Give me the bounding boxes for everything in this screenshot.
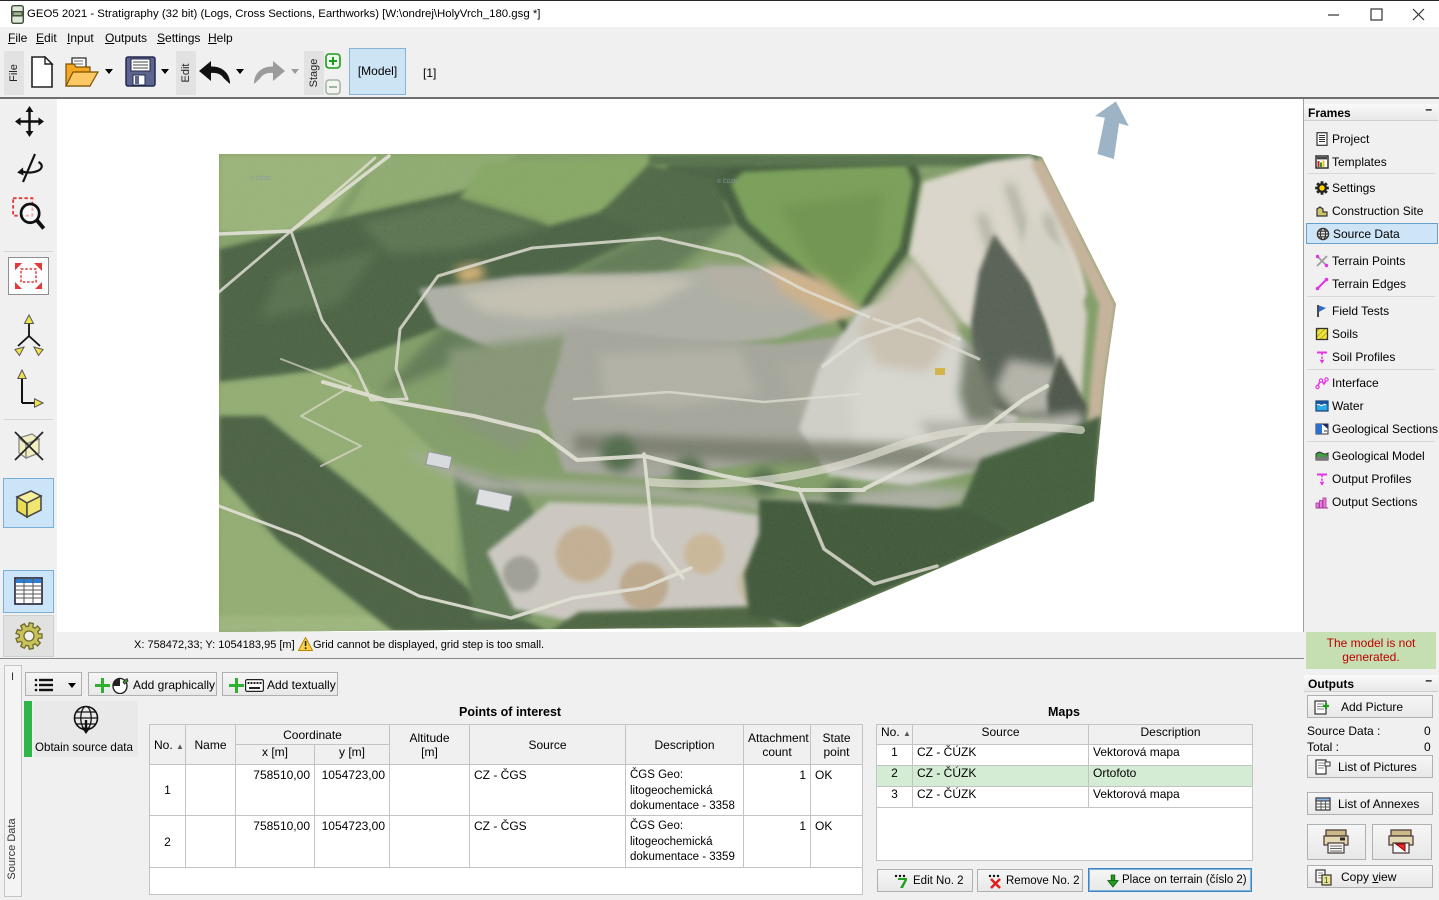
- svg-text:1: 1: [1324, 876, 1329, 885]
